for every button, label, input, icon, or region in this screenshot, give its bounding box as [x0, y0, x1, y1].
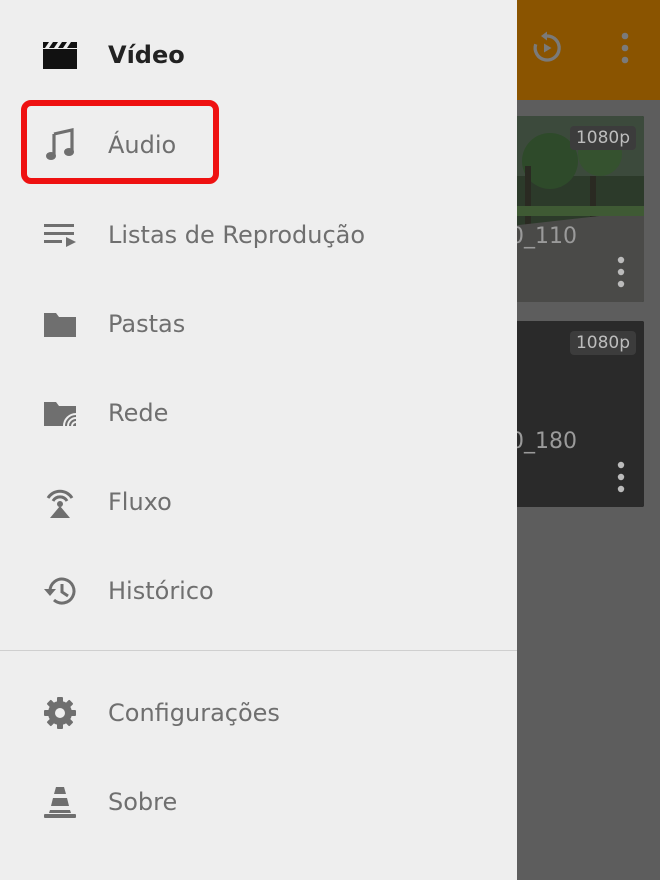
video-filename: 0_180	[510, 429, 577, 454]
drawer-item-video[interactable]: Vídeo	[0, 10, 517, 99]
resolution-badge: 1080p	[569, 126, 636, 150]
drawer-item-settings[interactable]: Configurações	[0, 668, 517, 757]
drawer-divider	[0, 650, 517, 651]
navigation-drawer: Vídeo Áudio Listas de Reprodução Pastas …	[0, 0, 517, 880]
drawer-item-history[interactable]: Histórico	[0, 546, 517, 635]
drawer-item-label: Listas de Reprodução	[108, 220, 366, 249]
vlc-cone-icon	[42, 784, 78, 820]
resume-playback-icon[interactable]	[524, 28, 570, 68]
clapperboard-icon	[42, 37, 78, 73]
drawer-item-folders[interactable]: Pastas	[0, 279, 517, 368]
drawer-item-network[interactable]: Rede	[0, 368, 517, 457]
card-menu-icon[interactable]	[616, 254, 626, 290]
resolution-badge: 1080p	[569, 331, 636, 355]
drawer-item-playlists[interactable]: Listas de Reprodução	[0, 190, 517, 279]
drawer-item-stream[interactable]: Fluxo	[0, 457, 517, 546]
playlist-icon	[42, 217, 78, 253]
drawer-item-about[interactable]: Sobre	[0, 757, 517, 846]
video-filename: 0_110	[510, 224, 577, 249]
drawer-item-label: Rede	[108, 398, 169, 427]
network-folder-icon	[42, 395, 78, 431]
highlight-box	[21, 100, 219, 184]
drawer-item-label: Fluxo	[108, 487, 172, 516]
card-menu-icon[interactable]	[616, 459, 626, 495]
drawer-item-label: Sobre	[108, 787, 178, 816]
gear-icon	[42, 695, 78, 731]
stream-antenna-icon	[42, 484, 78, 520]
drawer-item-label: Pastas	[108, 309, 186, 338]
overflow-menu-icon[interactable]	[602, 28, 648, 68]
history-icon	[42, 573, 78, 609]
folder-icon	[42, 306, 78, 342]
drawer-item-label: Histórico	[108, 576, 214, 605]
drawer-item-label: Configurações	[108, 698, 280, 727]
drawer-item-label: Vídeo	[108, 40, 185, 69]
